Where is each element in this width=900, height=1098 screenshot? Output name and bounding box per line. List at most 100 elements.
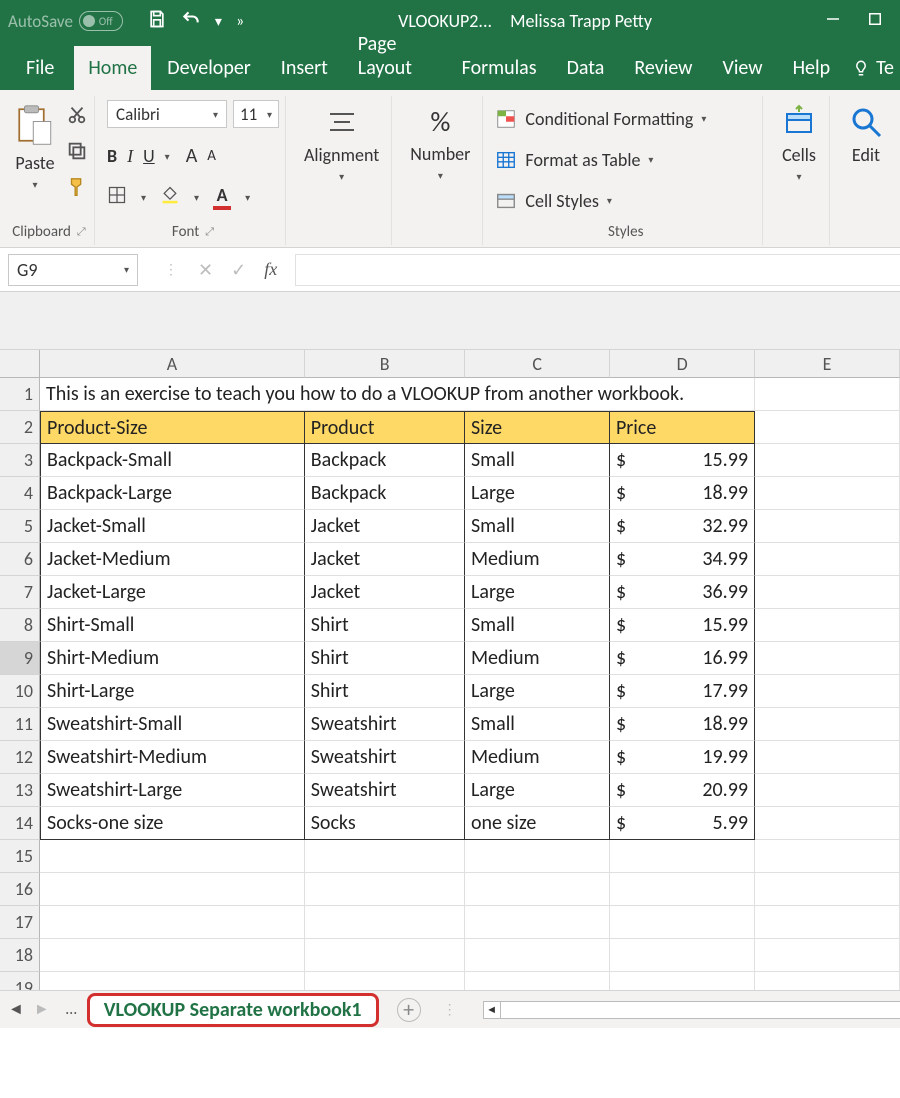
cell[interactable]: Backpack-Large bbox=[40, 477, 305, 510]
font-launcher-icon[interactable]: ⤢ bbox=[205, 225, 214, 239]
cell[interactable]: Sweatshirt-Large bbox=[40, 774, 305, 807]
cell[interactable] bbox=[305, 906, 465, 939]
cell[interactable]: Sweatshirt-Small bbox=[40, 708, 305, 741]
name-box[interactable]: G9 ▾ bbox=[8, 254, 138, 286]
tab-home[interactable]: Home bbox=[74, 46, 151, 90]
maximize-icon[interactable] bbox=[866, 10, 884, 33]
cell[interactable]: $16.99 bbox=[610, 642, 755, 675]
cell[interactable] bbox=[305, 840, 465, 873]
cell[interactable]: $15.99 bbox=[610, 444, 755, 477]
cell[interactable]: Shirt bbox=[305, 642, 465, 675]
cell[interactable]: Sweatshirt bbox=[305, 774, 465, 807]
minimize-icon[interactable] bbox=[824, 10, 842, 33]
cell[interactable]: Product bbox=[305, 411, 465, 444]
tell-me[interactable]: Te bbox=[846, 46, 900, 90]
cell[interactable]: $20.99 bbox=[610, 774, 755, 807]
row-header[interactable]: 7 bbox=[0, 576, 40, 609]
row-header[interactable]: 2 bbox=[0, 411, 40, 444]
cell[interactable] bbox=[755, 873, 900, 906]
cell[interactable] bbox=[755, 741, 900, 774]
enter-formula-icon[interactable]: ✓ bbox=[231, 259, 246, 281]
paste-dropdown-icon[interactable]: ▾ bbox=[32, 178, 37, 191]
cell[interactable]: Sweatshirt-Medium bbox=[40, 741, 305, 774]
cell[interactable]: Sweatshirt bbox=[305, 741, 465, 774]
cell[interactable] bbox=[755, 378, 900, 411]
cell[interactable] bbox=[610, 906, 755, 939]
italic-button[interactable]: I bbox=[127, 146, 133, 167]
cell[interactable]: Backpack bbox=[305, 444, 465, 477]
formula-more-icon[interactable]: ⋮ bbox=[164, 261, 180, 278]
column-header[interactable]: A bbox=[40, 350, 305, 378]
copy-icon[interactable] bbox=[66, 140, 88, 166]
cell[interactable] bbox=[465, 873, 610, 906]
cell[interactable] bbox=[755, 444, 900, 477]
tab-formulas[interactable]: Formulas bbox=[448, 46, 551, 90]
tab-scroll-right-icon[interactable]: ► bbox=[34, 1000, 50, 1019]
row-header[interactable]: 17 bbox=[0, 906, 40, 939]
cell[interactable]: Shirt bbox=[305, 675, 465, 708]
fill-color-icon[interactable] bbox=[160, 185, 180, 209]
cell[interactable]: Jacket-Medium bbox=[40, 543, 305, 576]
alignment-button[interactable]: Alignment▾ bbox=[298, 100, 385, 187]
row-header[interactable]: 16 bbox=[0, 873, 40, 906]
cell[interactable]: This is an exercise to teach you how to … bbox=[40, 378, 755, 411]
cell[interactable]: Medium bbox=[465, 543, 610, 576]
cell[interactable]: Shirt-Medium bbox=[40, 642, 305, 675]
cell[interactable]: Small bbox=[465, 708, 610, 741]
cell[interactable] bbox=[755, 510, 900, 543]
tab-data[interactable]: Data bbox=[553, 46, 619, 90]
cell[interactable] bbox=[755, 774, 900, 807]
cut-icon[interactable] bbox=[66, 104, 88, 130]
row-header[interactable]: 18 bbox=[0, 939, 40, 972]
cell[interactable] bbox=[465, 840, 610, 873]
cell[interactable]: Large bbox=[465, 576, 610, 609]
row-header[interactable]: 12 bbox=[0, 741, 40, 774]
cell[interactable]: $17.99 bbox=[610, 675, 755, 708]
row-header[interactable]: 1 bbox=[0, 378, 40, 411]
cell[interactable] bbox=[755, 642, 900, 675]
row-header[interactable]: 11 bbox=[0, 708, 40, 741]
row-header[interactable]: 13 bbox=[0, 774, 40, 807]
cell[interactable]: $36.99 bbox=[610, 576, 755, 609]
grow-font-button[interactable]: A bbox=[186, 144, 198, 168]
row-header[interactable]: 8 bbox=[0, 609, 40, 642]
cell[interactable]: Medium bbox=[465, 642, 610, 675]
font-color-icon[interactable]: A bbox=[213, 184, 231, 210]
cell[interactable]: Price bbox=[610, 411, 755, 444]
cell[interactable] bbox=[305, 939, 465, 972]
cell[interactable]: Jacket bbox=[305, 576, 465, 609]
cell[interactable] bbox=[755, 411, 900, 444]
shrink-font-button[interactable]: A bbox=[207, 147, 216, 165]
cell[interactable]: $19.99 bbox=[610, 741, 755, 774]
tab-insert[interactable]: Insert bbox=[267, 46, 342, 90]
font-size-combo[interactable]: 11▾ bbox=[233, 100, 279, 128]
cell[interactable] bbox=[755, 675, 900, 708]
row-header[interactable]: 6 bbox=[0, 543, 40, 576]
row-header[interactable]: 14 bbox=[0, 807, 40, 840]
row-header[interactable]: 4 bbox=[0, 477, 40, 510]
insert-function-icon[interactable]: fx bbox=[264, 259, 277, 280]
cell[interactable]: Backpack bbox=[305, 477, 465, 510]
scroll-left-icon[interactable]: ◄ bbox=[483, 1001, 501, 1019]
tab-list-icon[interactable]: … bbox=[66, 1000, 77, 1019]
cell[interactable] bbox=[610, 840, 755, 873]
cell[interactable]: Jacket bbox=[305, 510, 465, 543]
cell[interactable]: $18.99 bbox=[610, 477, 755, 510]
column-header[interactable]: D bbox=[610, 350, 755, 378]
cell[interactable] bbox=[610, 873, 755, 906]
sheet-tab-active[interactable]: VLOOKUP Separate workbook1 bbox=[87, 993, 379, 1027]
row-header[interactable]: 5 bbox=[0, 510, 40, 543]
cell[interactable] bbox=[305, 873, 465, 906]
row-header[interactable]: 3 bbox=[0, 444, 40, 477]
cell[interactable]: Socks bbox=[305, 807, 465, 840]
cell[interactable] bbox=[755, 939, 900, 972]
tab-developer[interactable]: Developer bbox=[153, 46, 265, 90]
cells-button[interactable]: Cells▾ bbox=[775, 100, 823, 187]
cell[interactable]: one size bbox=[465, 807, 610, 840]
format-painter-icon[interactable] bbox=[66, 176, 88, 202]
cell[interactable]: $18.99 bbox=[610, 708, 755, 741]
cell[interactable]: Jacket bbox=[305, 543, 465, 576]
cell[interactable] bbox=[755, 477, 900, 510]
cell[interactable]: Shirt bbox=[305, 609, 465, 642]
cell[interactable] bbox=[465, 939, 610, 972]
